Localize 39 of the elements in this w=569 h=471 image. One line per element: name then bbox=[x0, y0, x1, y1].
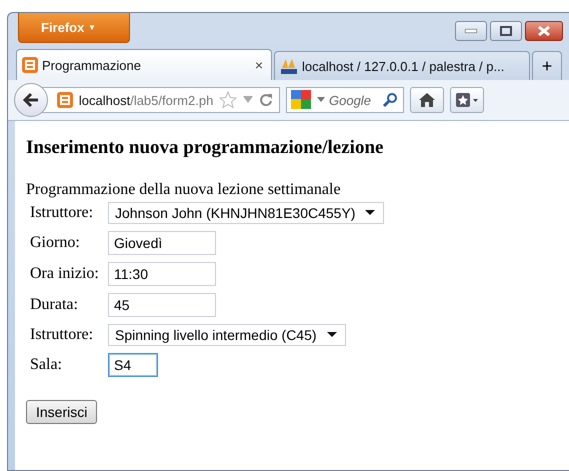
dropdown-field[interactable]: Spinning livello intermedio (C45) bbox=[108, 324, 346, 346]
caret-icon bbox=[365, 210, 376, 216]
field-label: Ora inizio: bbox=[30, 265, 100, 283]
close-icon bbox=[538, 26, 550, 36]
dropdown-icon[interactable] bbox=[317, 97, 325, 103]
back-arrow-icon bbox=[22, 92, 40, 108]
page-heading: Inserimento nuova programmazione/lezione bbox=[26, 137, 384, 159]
bookmark-star-icon bbox=[455, 92, 479, 108]
maximize-button[interactable] bbox=[490, 21, 522, 41]
dropdown-field[interactable]: Johnson John (KHNJHN81E30C455Y) bbox=[108, 202, 384, 224]
input-field[interactable]: 11:30 bbox=[108, 262, 216, 286]
back-button[interactable] bbox=[14, 83, 48, 117]
search-field[interactable]: Google bbox=[286, 87, 404, 113]
field-label: Istruttore: bbox=[30, 204, 94, 222]
browser-tab[interactable]: Programmazione × bbox=[16, 49, 272, 80]
browser-tab[interactable]: localhost / 127.0.0.1 / palestra / p... bbox=[274, 51, 530, 80]
star-icon[interactable] bbox=[219, 91, 238, 109]
home-icon bbox=[418, 92, 436, 108]
field-label: Giorno: bbox=[30, 234, 81, 252]
input-field[interactable]: 45 bbox=[108, 293, 216, 317]
maximize-icon bbox=[500, 26, 512, 36]
insert-button[interactable]: Inserisci bbox=[26, 400, 98, 424]
new-tab-button[interactable]: + bbox=[532, 51, 562, 80]
home-button[interactable] bbox=[410, 87, 444, 113]
close-button[interactable] bbox=[525, 21, 563, 41]
bookmarks-button[interactable] bbox=[450, 87, 484, 113]
field-label: Sala: bbox=[30, 356, 63, 374]
tab-close-button[interactable]: × bbox=[254, 57, 263, 73]
input-field[interactable]: S4 bbox=[108, 353, 158, 377]
caret-icon bbox=[326, 332, 337, 338]
address-bar[interactable]: localhost/lab5/form2.ph bbox=[40, 87, 280, 113]
reload-icon[interactable] bbox=[259, 93, 273, 107]
field-label: Istruttore: bbox=[30, 326, 94, 344]
minimize-button[interactable] bbox=[455, 21, 487, 41]
field-label: Durata: bbox=[30, 296, 79, 314]
search-icon[interactable] bbox=[382, 92, 398, 108]
form-description: Programmazione della nuova lezione settimanale bbox=[26, 181, 342, 199]
minimize-icon bbox=[465, 29, 477, 33]
input-field[interactable]: Giovedì bbox=[108, 231, 216, 255]
